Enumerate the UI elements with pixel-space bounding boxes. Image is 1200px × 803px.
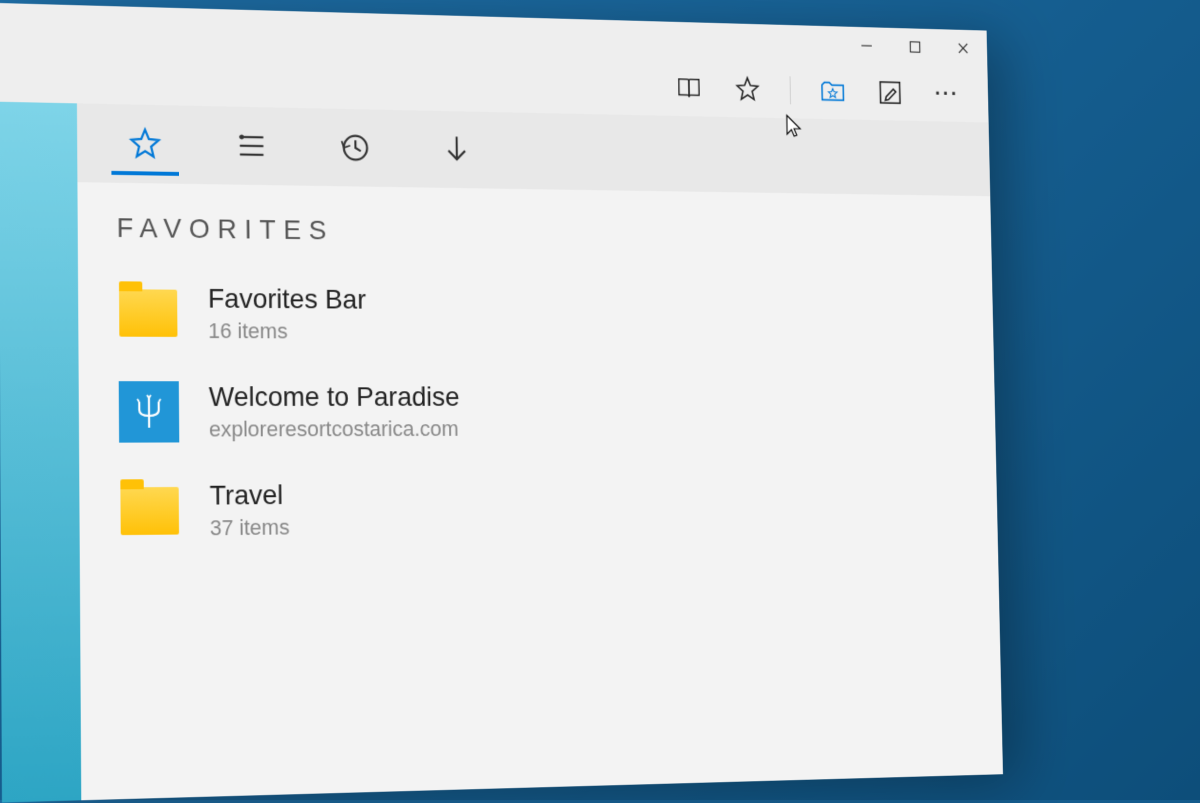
minimize-button[interactable] (842, 27, 891, 65)
maximize-button[interactable] (890, 28, 939, 66)
favorite-subtitle: exploreresortcostarica.com (209, 416, 460, 442)
favorite-item-site[interactable]: Welcome to Paradise exploreresortcostari… (79, 362, 996, 461)
folder-icon (118, 479, 181, 543)
close-button[interactable] (939, 29, 988, 67)
folder-icon (117, 281, 179, 344)
site-favicon (118, 380, 181, 443)
trident-icon (119, 381, 180, 442)
section-heading: FAVORITES (77, 182, 991, 272)
favorite-item-folder[interactable]: Favorites Bar 16 items (78, 263, 994, 365)
hub-tab-favorites[interactable] (116, 104, 175, 183)
favorite-title: Favorites Bar (208, 283, 366, 315)
favorite-title: Welcome to Paradise (209, 381, 460, 413)
hub-tab-history[interactable] (326, 109, 383, 187)
favorite-subtitle: 37 items (210, 515, 290, 541)
more-menu-icon[interactable]: ··· (931, 77, 963, 111)
favorite-subtitle: 16 items (208, 318, 366, 344)
toolbar-divider (790, 76, 791, 104)
favorite-title: Travel (209, 479, 289, 511)
hub-tab-downloads[interactable] (429, 111, 485, 189)
hub-panel: FAVORITES Favorites Bar 16 items (77, 103, 1003, 800)
mouse-cursor-icon (785, 114, 803, 141)
browser-window: ··· (0, 3, 1003, 803)
hub-button-icon[interactable] (817, 74, 849, 108)
web-note-icon[interactable] (874, 76, 906, 110)
add-favorite-star-icon[interactable] (731, 72, 763, 106)
hub-tab-reading-list[interactable] (222, 106, 280, 185)
reading-view-icon[interactable] (673, 71, 706, 106)
favorite-item-folder[interactable]: Travel 37 items (79, 458, 998, 562)
page-preview-strip (0, 102, 81, 803)
